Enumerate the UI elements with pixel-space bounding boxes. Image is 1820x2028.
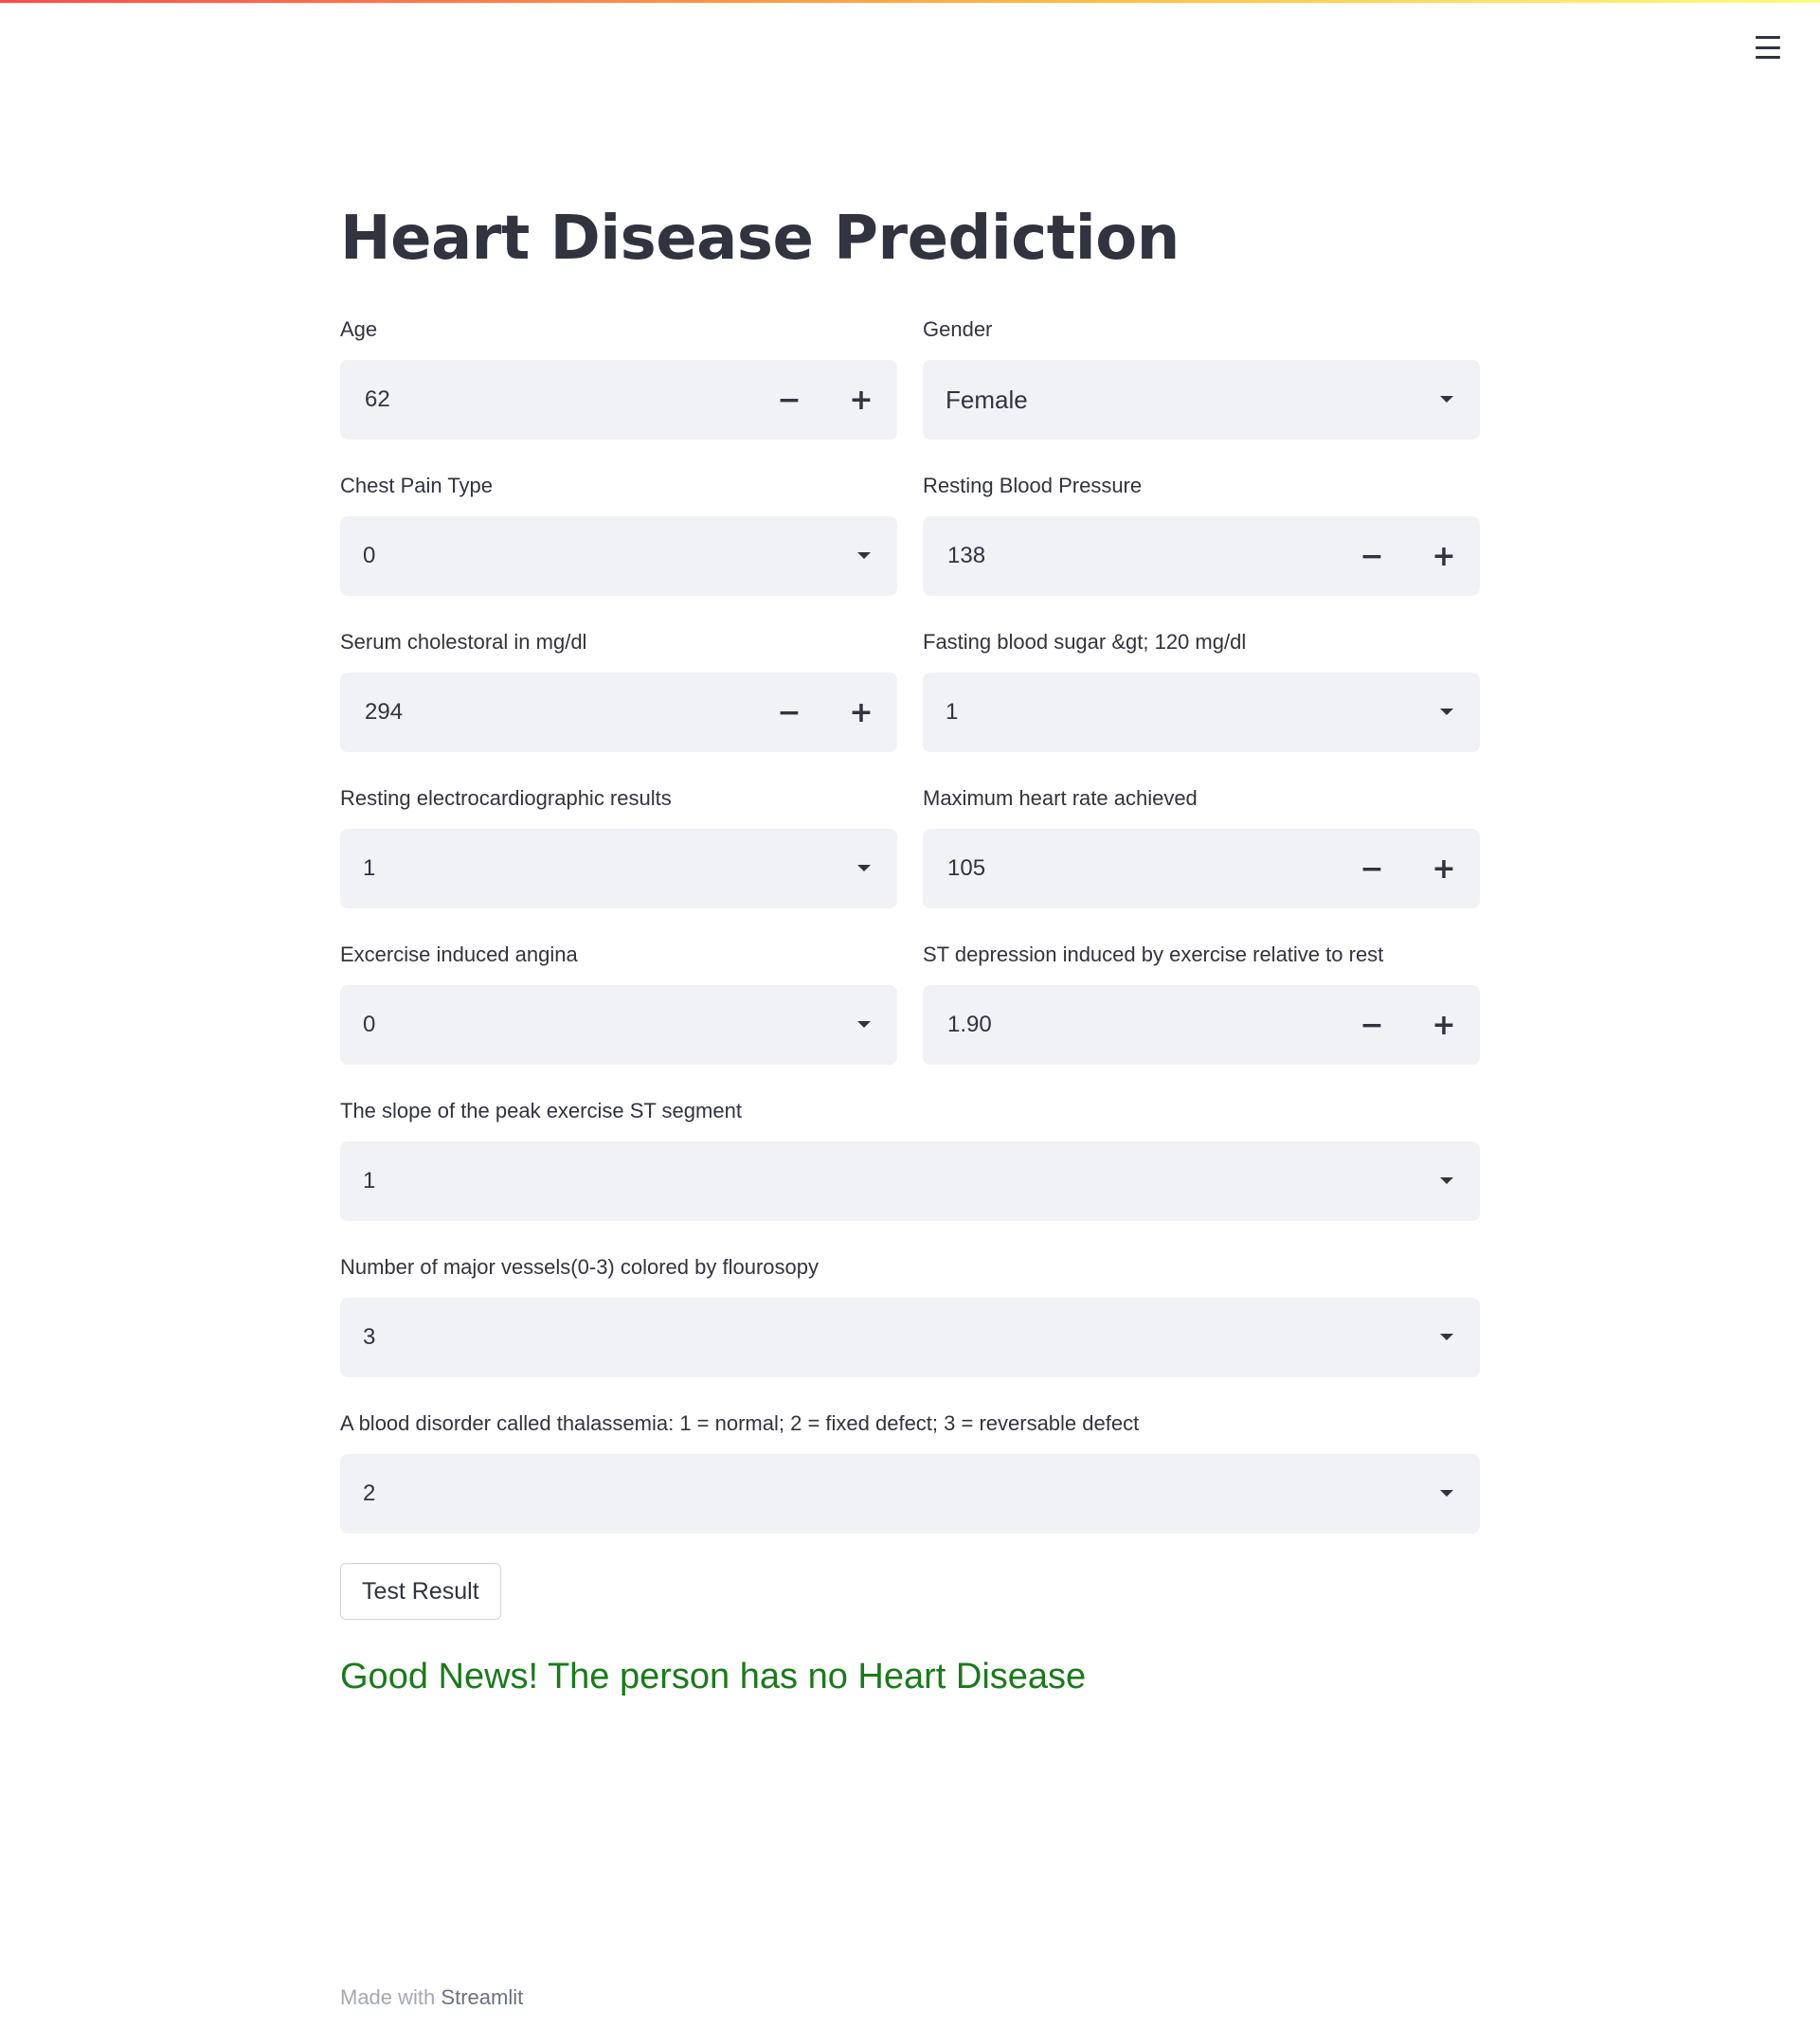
chevron-down-icon <box>1440 1490 1453 1497</box>
gender-label: Gender <box>923 317 993 341</box>
fasting-sugar-label: Fasting blood sugar &gt; 120 mg/dl <box>923 630 1247 654</box>
vessels-select-value: 3 <box>363 1324 376 1350</box>
st-depression-input[interactable]: 1.90 <box>947 985 992 1065</box>
thal-field: A blood disorder called thalassemia: 1 =… <box>340 1409 1480 1534</box>
st-depression-increment-button[interactable]: + <box>1408 985 1480 1065</box>
hamburger-line <box>1756 36 1780 39</box>
cholesterol-stepper: 294 − + <box>340 673 897 752</box>
cholesterol-increment-button[interactable]: + <box>825 673 897 752</box>
age-increment-button[interactable]: + <box>825 360 897 440</box>
angina-label: Excercise induced angina <box>340 942 578 966</box>
slope-select-value: 1 <box>363 1168 376 1193</box>
thal-label: A blood disorder called thalassemia: 1 =… <box>340 1411 1140 1435</box>
max-hr-increment-button[interactable]: + <box>1408 829 1480 908</box>
page-title: Heart Disease Prediction <box>340 204 1180 274</box>
cholesterol-decrement-button[interactable]: − <box>753 673 825 752</box>
chevron-down-icon <box>1440 1334 1453 1340</box>
thal-select-value: 2 <box>363 1481 376 1506</box>
top-decoration-bar <box>0 0 1820 3</box>
resting-bp-label: Resting Blood Pressure <box>923 474 1143 497</box>
gender-select-value: Female <box>946 386 1028 414</box>
vessels-select[interactable]: 3 <box>340 1298 1480 1377</box>
resting-bp-input[interactable]: 138 <box>947 516 985 596</box>
max-hr-stepper: 105 − + <box>923 829 1480 908</box>
hamburger-icon[interactable] <box>1749 32 1787 63</box>
fasting-sugar-select[interactable]: 1 <box>923 673 1480 752</box>
fasting-sugar-field: Fasting blood sugar &gt; 120 mg/dl 1 <box>923 628 1480 752</box>
angina-select-value: 0 <box>363 1012 376 1037</box>
resting-bp-increment-button[interactable]: + <box>1408 516 1480 596</box>
resting-bp-decrement-button[interactable]: − <box>1336 516 1408 596</box>
st-depression-decrement-button[interactable]: − <box>1336 985 1408 1065</box>
streamlit-link[interactable]: Streamlit <box>441 1985 523 2009</box>
chevron-down-icon <box>857 552 871 559</box>
st-depression-label: ST depression induced by exercise relati… <box>923 942 1384 966</box>
age-label: Age <box>340 317 378 341</box>
footer-prefix: Made with <box>340 1985 436 2009</box>
angina-field: Excercise induced angina 0 <box>340 941 897 1065</box>
ecg-select[interactable]: 1 <box>340 829 897 908</box>
chest-pain-select-value: 0 <box>363 543 376 568</box>
hamburger-line <box>1756 56 1780 59</box>
ecg-field: Resting electrocardiographic results 1 <box>340 784 897 908</box>
st-depression-field: ST depression induced by exercise relati… <box>923 941 1480 1065</box>
cholesterol-label: Serum cholestoral in mg/dl <box>340 630 587 654</box>
ecg-label: Resting electrocardiographic results <box>340 786 672 810</box>
max-hr-label: Maximum heart rate achieved <box>923 786 1198 810</box>
age-stepper: 62 − + <box>340 360 897 440</box>
thal-select[interactable]: 2 <box>340 1454 1480 1534</box>
max-hr-input[interactable]: 105 <box>947 829 985 908</box>
gender-select[interactable]: Female <box>923 360 1480 440</box>
prediction-result: Good News! The person has no Heart Disea… <box>340 1657 1087 1696</box>
slope-field: The slope of the peak exercise ST segmen… <box>340 1097 1480 1221</box>
age-decrement-button[interactable]: − <box>753 360 825 440</box>
resting-bp-field: Resting Blood Pressure 138 − + <box>923 472 1480 596</box>
cholesterol-input[interactable]: 294 <box>365 673 403 752</box>
max-hr-decrement-button[interactable]: − <box>1336 829 1408 908</box>
chevron-down-icon <box>1440 1177 1453 1184</box>
vessels-field: Number of major vessels(0-3) colored by … <box>340 1253 1480 1377</box>
angina-select[interactable]: 0 <box>340 985 897 1065</box>
resting-bp-stepper: 138 − + <box>923 516 1480 596</box>
chevron-down-icon <box>1440 396 1453 403</box>
footer: Made with Streamlit <box>340 1983 523 2012</box>
age-input[interactable]: 62 <box>365 360 390 440</box>
max-hr-field: Maximum heart rate achieved 105 − + <box>923 784 1480 908</box>
cholesterol-field: Serum cholestoral in mg/dl 294 − + <box>340 628 897 752</box>
ecg-select-value: 1 <box>363 855 376 881</box>
age-field: Age 62 − + <box>340 315 897 440</box>
chest-pain-field: Chest Pain Type 0 <box>340 472 897 596</box>
chevron-down-icon <box>1440 709 1453 715</box>
slope-select[interactable]: 1 <box>340 1141 1480 1221</box>
fasting-sugar-select-value: 1 <box>946 699 959 725</box>
hamburger-line <box>1756 45 1780 49</box>
vessels-label: Number of major vessels(0-3) colored by … <box>340 1255 819 1279</box>
gender-field: Gender Female <box>923 315 1480 440</box>
chevron-down-icon <box>857 1021 871 1028</box>
test-result-button[interactable]: Test Result <box>340 1563 501 1620</box>
st-depression-stepper: 1.90 − + <box>923 985 1480 1065</box>
slope-label: The slope of the peak exercise ST segmen… <box>340 1099 742 1122</box>
chevron-down-icon <box>857 865 871 871</box>
chest-pain-select[interactable]: 0 <box>340 516 897 596</box>
chest-pain-label: Chest Pain Type <box>340 474 494 497</box>
